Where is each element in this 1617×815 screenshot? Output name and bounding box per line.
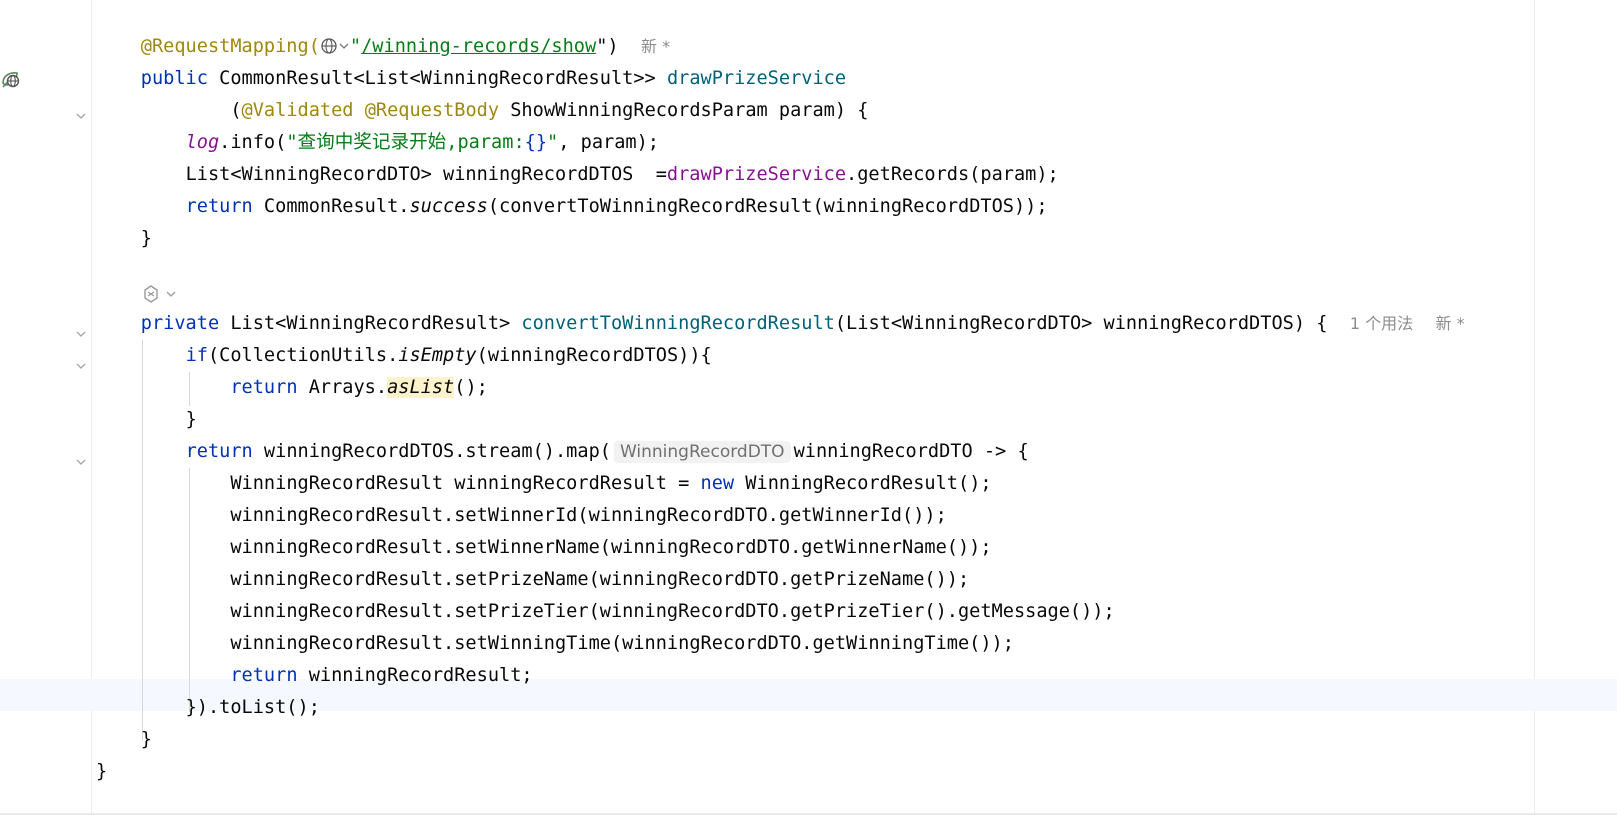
- keyword: return: [185, 441, 253, 462]
- code-line-10[interactable]: if(CollectionUtils.isEmpty(winningRecord…: [96, 339, 712, 372]
- keyword: private: [140, 313, 220, 334]
- code-line-23[interactable]: }: [96, 755, 107, 788]
- new-change-hint: 新 *: [640, 37, 671, 56]
- code-line-3[interactable]: (@Validated @RequestBody ShowWinningReco…: [96, 94, 868, 127]
- code-token: }: [140, 228, 152, 249]
- code-token: winningRecordResult;: [297, 665, 533, 686]
- code-line-18[interactable]: winningRecordResult.setPrizeTier(winning…: [96, 595, 1115, 628]
- code-line-21[interactable]: }).toList();: [96, 691, 320, 724]
- code-token: List<WinningRecordResult>: [219, 313, 522, 334]
- code-token: ();: [454, 377, 488, 398]
- code-token: }: [96, 761, 108, 782]
- code-token: }: [185, 409, 197, 430]
- keyword: new: [700, 473, 735, 494]
- annotation-request-mapping: @RequestMapping(: [140, 36, 320, 57]
- annotation-request-body: @RequestBody: [364, 100, 500, 121]
- usages-hint[interactable]: 1 个用法: [1350, 314, 1413, 333]
- code-line-11[interactable]: return Arrays.asList();: [96, 371, 488, 404]
- static-method-highlighted: asList: [387, 377, 455, 398]
- code-line-19[interactable]: winningRecordResult.setWinningTime(winni…: [96, 627, 1014, 660]
- code-token: CommonResult.: [252, 196, 410, 217]
- code-line-20[interactable]: return winningRecordResult;: [96, 659, 533, 692]
- keyword: return: [230, 377, 298, 398]
- code-line-9[interactable]: private List<WinningRecordResult> conver…: [96, 307, 1465, 340]
- code-token: , param);: [558, 132, 659, 153]
- log-field: log: [185, 132, 220, 153]
- static-method: isEmpty: [398, 345, 477, 366]
- code-line-1[interactable]: @RequestMapping("/winning-records/show")…: [96, 30, 670, 63]
- code-token: winningRecordDTOS.stream().map(: [252, 441, 611, 462]
- code-line-15[interactable]: winningRecordResult.setWinnerId(winningR…: [96, 499, 947, 532]
- fold-chevron-icon[interactable]: [75, 106, 86, 119]
- parameter-type-inlay-hint: WinningRecordDTO: [613, 441, 791, 463]
- endpoint-path-link[interactable]: /winning-records/show: [361, 36, 596, 57]
- code-token: winningRecordResult.setWinnerName(winnin…: [230, 537, 992, 558]
- code-token: WinningRecordResult winningRecordResult …: [230, 473, 701, 494]
- code-token: (CollectionUtils.: [207, 345, 399, 366]
- keyword: public: [140, 68, 208, 89]
- code-token: (: [230, 100, 242, 121]
- code-line-12[interactable]: }: [96, 403, 197, 436]
- method-name[interactable]: convertToWinningRecordResult: [521, 313, 834, 334]
- fold-chevron-icon[interactable]: [75, 324, 86, 337]
- code-token: (List<WinningRecordDTO> winningRecordDTO…: [834, 313, 1328, 334]
- code-token: }: [140, 729, 152, 750]
- string-literal: ": [547, 132, 559, 153]
- code-token: (winningRecordDTOS)){: [476, 345, 712, 366]
- code-token: winningRecordResult.setPrizeTier(winning…: [230, 601, 1115, 622]
- code-token: WinningRecordResult();: [734, 473, 992, 494]
- code-token: .getRecords(param);: [846, 164, 1059, 185]
- code-token: }).toList();: [185, 697, 320, 718]
- code-token: .info(: [219, 132, 287, 153]
- fold-chevron-icon[interactable]: [75, 356, 86, 369]
- annotation-validated: @Validated: [241, 100, 354, 121]
- code-token: List<WinningRecordDTO> winningRecordDTOS…: [185, 164, 667, 185]
- keyword: return: [185, 196, 253, 217]
- code-line-5[interactable]: List<WinningRecordDTO> winningRecordDTOS…: [96, 158, 1059, 191]
- keyword: if: [185, 345, 208, 366]
- code-line-2[interactable]: public CommonResult<List<WinningRecordRe…: [96, 62, 846, 95]
- code-token: winningRecordDTO -> {: [793, 441, 1029, 462]
- code-line-14[interactable]: WinningRecordResult winningRecordResult …: [96, 467, 992, 500]
- string-literal: "查询中奖记录开始,param:: [286, 132, 525, 153]
- code-line-13[interactable]: return winningRecordDTOS.stream().map(Wi…: [96, 435, 1029, 468]
- code-token: winningRecordResult.setPrizeName(winning…: [230, 569, 970, 590]
- keyword: return: [230, 665, 298, 686]
- code-line-17[interactable]: winningRecordResult.setPrizeName(winning…: [96, 563, 969, 596]
- code-line-16[interactable]: winningRecordResult.setWinnerName(winnin…: [96, 531, 992, 564]
- field-reference: drawPrizeService: [666, 164, 847, 185]
- web-endpoint-gutter-icon[interactable]: [0, 69, 22, 95]
- code-token: "): [596, 36, 619, 57]
- code-line-22[interactable]: }: [96, 723, 152, 756]
- fold-chevron-icon[interactable]: [75, 452, 86, 465]
- new-change-hint: 新 *: [1435, 314, 1465, 333]
- static-method: success: [409, 196, 488, 217]
- code-token: Arrays.: [297, 377, 388, 398]
- code-line-6[interactable]: return CommonResult.success(convertToWin…: [96, 190, 1048, 223]
- code-token: winningRecordResult.setWinnerId(winningR…: [230, 505, 947, 526]
- code-line-4[interactable]: log.info("查询中奖记录开始,param:{}", param);: [96, 126, 659, 159]
- code-token: winningRecordResult.setWinningTime(winni…: [230, 633, 1014, 654]
- method-name[interactable]: drawPrizeService: [667, 68, 846, 89]
- code-token: CommonResult<List<WinningRecordResult>>: [207, 68, 667, 89]
- format-placeholder: {}: [524, 132, 548, 153]
- code-token: (convertToWinningRecordResult(winningRec…: [487, 196, 1048, 217]
- code-token: ShowWinningRecordsParam param) {: [499, 100, 869, 121]
- code-line-7[interactable]: }: [96, 222, 152, 255]
